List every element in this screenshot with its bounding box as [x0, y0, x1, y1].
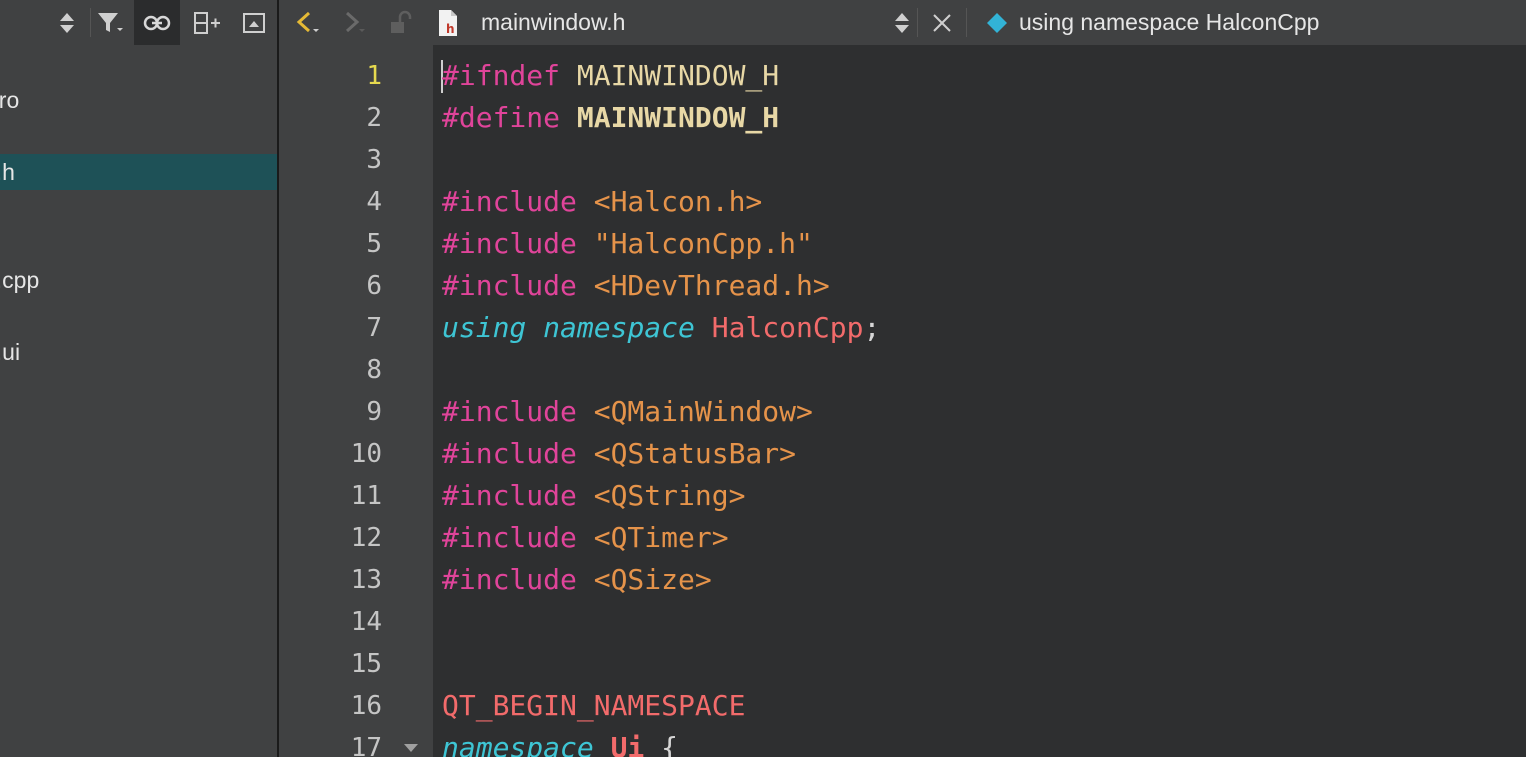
tree-item-label: v.ui: [0, 339, 21, 365]
code-line: #include <Halcon.h>: [442, 181, 762, 223]
header-file-icon: h: [433, 0, 463, 45]
code-line: namespace Ui {: [442, 727, 678, 757]
code-token: #ifndef: [442, 59, 577, 92]
code-token: using: [442, 311, 527, 344]
line-number: 13: [350, 565, 382, 595]
line-number: 3: [366, 145, 382, 175]
code-token: <HDevThread.h>: [593, 269, 830, 302]
tree-item-label: v.cpp: [0, 267, 40, 293]
code-token: #include: [442, 227, 594, 260]
code-line: #ifndef MAINWINDOW_H: [442, 55, 779, 97]
tree-item-pro[interactable]: pro: [0, 82, 277, 118]
line-number: 8: [366, 355, 382, 385]
code-line: #include "HalconCpp.h": [442, 223, 813, 265]
line-number: 6: [366, 271, 382, 301]
tree-item-header[interactable]: v.h: [0, 154, 277, 190]
code-token: "HalconCpp.h": [593, 227, 813, 260]
toolbar-separator: [917, 8, 918, 37]
code-line: #include <QStatusBar>: [442, 433, 796, 475]
line-number: 4: [366, 187, 382, 217]
code-token: Ui: [610, 731, 645, 757]
code-line: QT_BEGIN_NAMESPACE: [442, 685, 745, 727]
line-number: 15: [350, 649, 382, 679]
code-token: <QStatusBar>: [593, 437, 797, 470]
close-icon[interactable]: [927, 0, 957, 45]
tree-item-label: v.h: [0, 159, 15, 185]
filter-icon[interactable]: [88, 0, 134, 45]
navigate-forward-icon[interactable]: [337, 0, 371, 45]
code-token: <QMainWindow>: [593, 395, 813, 428]
navigate-back-icon[interactable]: [291, 0, 325, 45]
editor-toolbar: h mainwindow.h using namespace HalconCpp: [279, 0, 1526, 45]
code-token: HalconCpp: [711, 311, 864, 344]
code-token: #include: [442, 563, 594, 596]
svg-text:h: h: [446, 22, 455, 36]
code-token: #include: [442, 437, 594, 470]
split-add-icon[interactable]: [184, 0, 230, 45]
code-token: #define: [442, 101, 577, 134]
line-number-gutter: 1 2 3 4 5 6 7 8 9 10 11 12 13 14 15 16 17: [279, 45, 433, 757]
tree-item-cpp[interactable]: v.cpp: [0, 262, 277, 298]
fold-toggle-icon[interactable]: [404, 744, 418, 752]
code-token: #include: [442, 479, 594, 512]
qt-creator-window: pro v.h v.cpp v.ui h mainwindow.h: [0, 0, 1526, 757]
collapse-icon[interactable]: [231, 0, 277, 45]
project-panel: pro v.h v.cpp v.ui: [0, 0, 277, 757]
code-token: #include: [442, 521, 594, 554]
tree-item-ui[interactable]: v.ui: [0, 334, 277, 370]
code-line: #include <QString>: [442, 475, 745, 517]
code-line: #include <QSize>: [442, 559, 712, 601]
symbol-namespace-icon: [983, 0, 1011, 45]
code-token: {: [644, 731, 679, 757]
code-line: #include <QTimer>: [442, 517, 729, 559]
sort-updown-icon[interactable]: [44, 0, 90, 45]
link-icon[interactable]: [134, 0, 180, 45]
code-token: <QTimer>: [593, 521, 729, 554]
line-number: 1: [366, 61, 382, 91]
code-token: QT_BEGIN_NAMESPACE: [442, 689, 746, 722]
code-token: #include: [442, 185, 594, 218]
tree-item-label: pro: [0, 87, 20, 113]
project-panel-toolbar: [0, 0, 277, 45]
code-line: using namespace HalconCpp;: [442, 307, 880, 349]
code-line: #define MAINWINDOW_H: [442, 97, 779, 139]
code-token: #include: [442, 395, 594, 428]
line-number: 5: [366, 229, 382, 259]
line-number: 11: [350, 481, 382, 511]
code-token: <QString>: [593, 479, 746, 512]
code-token: #include: [442, 269, 594, 302]
line-number: 2: [366, 103, 382, 133]
line-number: 16: [350, 691, 382, 721]
code-line: #include <HDevThread.h>: [442, 265, 830, 307]
file-switch-updown-icon[interactable]: [889, 0, 915, 45]
line-number: 12: [350, 523, 382, 553]
symbol-selector[interactable]: using namespace HalconCpp: [1019, 0, 1319, 45]
code-token: <Halcon.h>: [593, 185, 763, 218]
line-number: 14: [350, 607, 382, 637]
code-token: namespace: [543, 311, 695, 344]
open-file-name[interactable]: mainwindow.h: [481, 0, 625, 45]
code-token: ;: [863, 311, 881, 344]
code-token: <QSize>: [593, 563, 712, 596]
code-token: MAINWINDOW_H: [576, 101, 780, 134]
lock-icon[interactable]: [383, 0, 417, 45]
code-token: MAINWINDOW_H: [576, 59, 780, 92]
line-number: 17: [350, 733, 382, 757]
line-number: 10: [350, 439, 382, 469]
code-token: namespace: [442, 731, 594, 757]
line-number: 9: [366, 397, 382, 427]
toolbar-separator: [966, 8, 967, 37]
code-editor[interactable]: #ifndef MAINWINDOW_H #define MAINWINDOW_H…: [433, 45, 1526, 757]
line-number: 7: [366, 313, 382, 343]
code-line: #include <QMainWindow>: [442, 391, 813, 433]
